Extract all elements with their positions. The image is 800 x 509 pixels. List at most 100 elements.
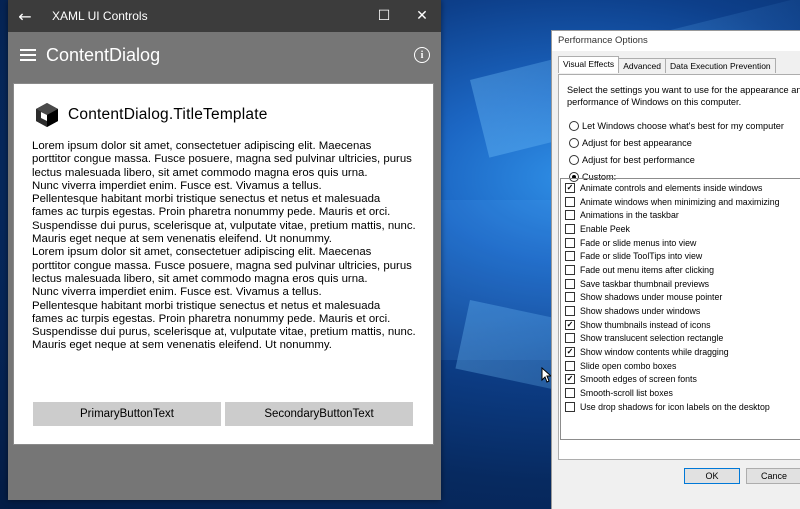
checked-checkbox-icon[interactable]: ✓	[565, 374, 575, 385]
dialog-body-line: porttitor congue massa. Fusce posuere, m…	[32, 259, 412, 272]
performance-tabs: Visual Effects Advanced Data Execution P…	[558, 56, 776, 73]
dialog-body-text: Lorem ipsum dolor sit amet, consectetuer…	[32, 140, 416, 353]
secondary-button[interactable]: SecondaryButtonText	[225, 402, 413, 426]
cancel-button[interactable]: Cance	[746, 468, 800, 484]
list-item[interactable]: Show shadows under mouse pointer	[561, 291, 800, 305]
dialog-body-line: Lorem ipsum dolor sit amet, consectetuer…	[32, 246, 372, 259]
list-item[interactable]: Smooth-scroll list boxes	[561, 386, 800, 400]
radio-button-icon[interactable]	[569, 137, 579, 148]
effects-radio-group: Let Windows choose what's best for my co…	[567, 117, 799, 186]
list-item[interactable]: Show shadows under windows	[561, 304, 800, 318]
list-item[interactable]: Animate windows when minimizing and maxi…	[561, 195, 800, 209]
dialog-body-line: Mauris eget neque at sem venenatis eleif…	[32, 233, 332, 246]
option-label: Show thumbnails instead of icons	[580, 319, 711, 330]
list-item[interactable]: Fade out menu items after clicking	[561, 263, 800, 277]
effects-radio-option[interactable]: Let Windows choose what's best for my co…	[569, 117, 799, 134]
option-label: Show window contents while dragging	[580, 347, 729, 358]
maximize-icon[interactable]: ☐	[365, 0, 403, 32]
performance-button-row: OK Cance	[684, 468, 800, 484]
checkbox-icon[interactable]	[565, 401, 575, 412]
hamburger-menu-icon[interactable]	[10, 49, 46, 61]
list-item[interactable]: Use drop shadows for icon labels on the …	[561, 400, 800, 414]
dialog-body-line: lectus malesuada libero, sit amet commod…	[32, 272, 368, 285]
tab-advanced[interactable]: Advanced	[618, 58, 666, 73]
option-label: Fade or slide ToolTips into view	[580, 251, 703, 262]
list-item[interactable]: Fade or slide menus into view	[561, 236, 800, 250]
list-item[interactable]: Save taskbar thumbnail previews	[561, 277, 800, 291]
dialog-body-line: Nunc viverra imperdiet enim. Fusce est. …	[32, 179, 322, 192]
option-label: Smooth edges of screen fonts	[580, 374, 697, 385]
checkbox-icon[interactable]	[565, 237, 575, 248]
list-item[interactable]: Show translucent selection rectangle	[561, 332, 800, 346]
primary-button[interactable]: PrimaryButtonText	[33, 402, 221, 426]
list-item[interactable]: ✓ Animate controls and elements inside wi…	[561, 181, 800, 195]
checkbox-icon[interactable]	[565, 264, 575, 275]
list-item[interactable]: ✓ Show window contents while dragging	[561, 345, 800, 359]
checkbox-icon[interactable]	[565, 360, 575, 371]
radio-label: Let Windows choose what's best for my co…	[582, 120, 784, 131]
dialog-body-line: Pellentesque habitant morbi tristique se…	[32, 193, 381, 206]
visual-effects-list[interactable]: ✓ Animate controls and elements inside wi…	[560, 178, 800, 440]
list-item[interactable]: ✓ Smooth edges of screen fonts	[561, 373, 800, 387]
option-label: Animations in the taskbar	[580, 210, 679, 221]
page-title: ContentDialog	[46, 44, 161, 65]
dialog-body-line: Lorem ipsum dolor sit amet, consectetuer…	[32, 140, 372, 152]
dialog-body-line: Suspendisse dui purus, scelerisque at, v…	[32, 326, 416, 339]
list-item[interactable]: Slide open combo boxes	[561, 359, 800, 373]
dialog-logo-icon	[36, 103, 58, 127]
checkbox-icon[interactable]	[565, 223, 575, 234]
checked-checkbox-icon[interactable]: ✓	[565, 347, 575, 358]
tab-data-execution-prevention[interactable]: Data Execution Prevention	[665, 58, 776, 73]
checkbox-icon[interactable]	[565, 210, 575, 221]
option-label: Fade or slide menus into view	[580, 237, 697, 248]
checked-checkbox-icon[interactable]: ✓	[565, 182, 575, 193]
list-item[interactable]: Enable Peek	[561, 222, 800, 236]
option-label: Show shadows under mouse pointer	[580, 292, 723, 303]
list-item[interactable]: ✓ Show thumbnails instead of icons	[561, 318, 800, 332]
content-dialog: ContentDialog.TitleTemplate Lorem ipsum …	[13, 83, 434, 445]
performance-options-window: Performance Options Visual Effects Advan…	[551, 30, 800, 509]
checkbox-icon[interactable]	[565, 292, 575, 303]
option-label: Use drop shadows for icon labels on the …	[580, 401, 770, 412]
window-title: XAML UI Controls	[52, 9, 148, 23]
list-item[interactable]: Animations in the taskbar	[561, 208, 800, 222]
checkbox-icon[interactable]	[565, 251, 575, 262]
dialog-body-line: Pellentesque habitant morbi tristique se…	[32, 299, 381, 312]
dialog-header: ContentDialog.TitleTemplate	[34, 100, 415, 130]
checkbox-icon[interactable]	[565, 306, 575, 317]
option-label: Animate windows when minimizing and maxi…	[580, 196, 780, 207]
ok-button[interactable]: OK	[684, 468, 740, 484]
dialog-body-line: Nunc viverra imperdiet enim. Fusce est. …	[32, 286, 322, 299]
option-label: Save taskbar thumbnail previews	[580, 278, 710, 289]
tab-visual-effects[interactable]: Visual Effects	[558, 56, 620, 73]
checked-checkbox-icon[interactable]: ✓	[565, 319, 575, 330]
option-label: Animate controls and elements inside win…	[580, 182, 763, 193]
radio-button-icon[interactable]	[569, 120, 579, 131]
option-label: Enable Peek	[580, 223, 630, 234]
checkbox-icon[interactable]	[565, 278, 575, 289]
dialog-body-line: fames ac turpis egestas. Proin pharetra …	[32, 206, 391, 219]
checkbox-icon[interactable]	[565, 333, 575, 344]
dialog-body-line: lectus malesuada libero, sit amet commod…	[32, 166, 368, 179]
checkbox-icon[interactable]	[565, 388, 575, 399]
close-icon[interactable]: ✕	[403, 0, 441, 32]
performance-description: Select the settings you want to use for …	[567, 85, 800, 107]
radio-label: Adjust for best appearance	[582, 137, 692, 148]
mouse-pointer-icon	[541, 367, 551, 383]
option-label: Smooth-scroll list boxes	[580, 388, 673, 399]
checkbox-icon[interactable]	[565, 196, 575, 207]
list-item[interactable]: Fade or slide ToolTips into view	[561, 249, 800, 263]
radio-label: Adjust for best performance	[582, 154, 695, 165]
dialog-body-line: Mauris eget neque at sem venenatis eleif…	[32, 339, 332, 352]
info-icon[interactable]: i	[414, 47, 430, 63]
dialog-body-line: porttitor congue massa. Fusce posuere, m…	[32, 153, 412, 166]
dialog-button-row: PrimaryButtonText SecondaryButtonText	[33, 402, 413, 426]
option-label: Fade out menu items after clicking	[580, 264, 714, 275]
dialog-body-line: fames ac turpis egestas. Proin pharetra …	[32, 312, 391, 325]
option-label: Show shadows under windows	[580, 306, 701, 317]
effects-radio-option[interactable]: Adjust for best performance	[569, 151, 799, 168]
back-arrow-icon[interactable]: ←	[8, 0, 42, 32]
radio-button-icon[interactable]	[569, 154, 579, 165]
effects-radio-option[interactable]: Adjust for best appearance	[569, 134, 799, 151]
option-label: Slide open combo boxes	[580, 360, 677, 371]
